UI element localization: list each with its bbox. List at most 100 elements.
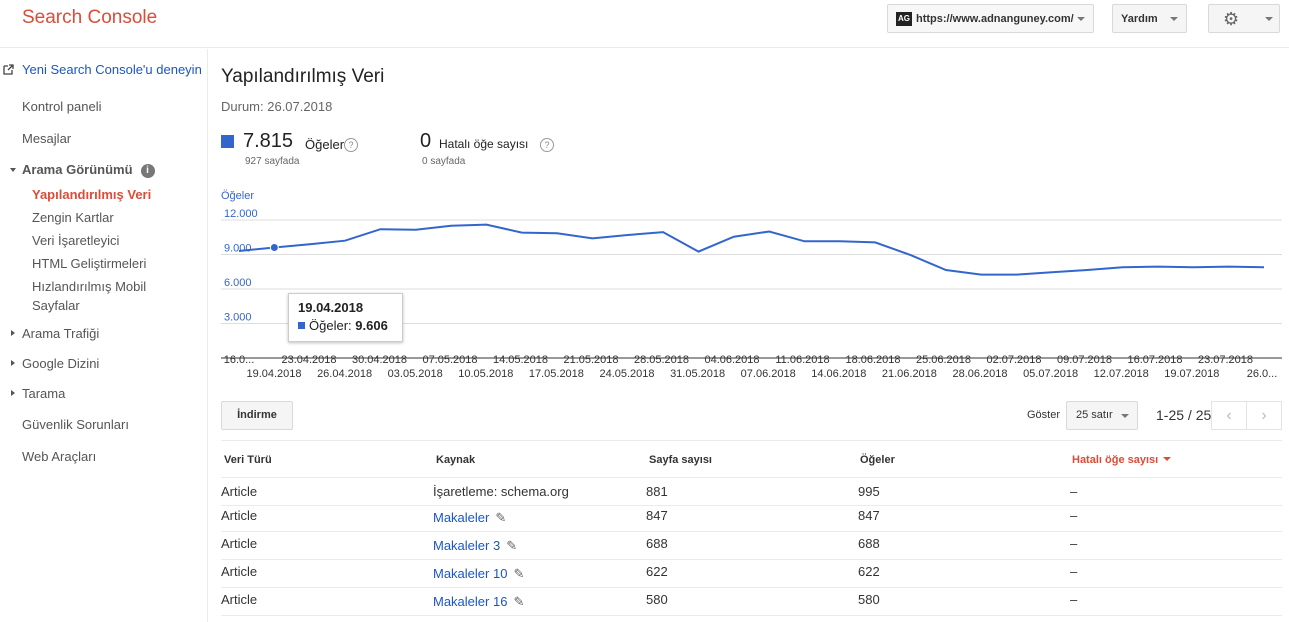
x-tick-label: 26.0... (1247, 368, 1278, 380)
site-selector[interactable]: AG https://www.adnanguney.com/ (887, 4, 1094, 33)
column-header-errors[interactable]: Hatalı öğe sayısı (1072, 454, 1172, 466)
cell-errors: – (1070, 536, 1078, 551)
tooltip-date: 19.04.2018 (298, 300, 364, 315)
cell-pages: 847 (646, 508, 668, 523)
pencil-icon[interactable]: ✎ (513, 594, 524, 610)
column-header-source[interactable]: Kaynak (436, 454, 475, 466)
cell-items: 580 (858, 592, 880, 607)
external-link-icon (3, 64, 14, 78)
x-tick-label: 31.05.2018 (670, 368, 725, 380)
chevron-down-icon (1265, 17, 1273, 21)
table-row: Article Makaleler 16 ✎ 580 580 – (221, 588, 1282, 616)
errors-label: Hatalı öğe sayısı (439, 137, 529, 151)
pencil-icon[interactable]: ✎ (513, 566, 524, 582)
sidebar-item-messages[interactable]: Mesajlar (22, 131, 71, 146)
x-tick-label: 28.05.2018 (634, 354, 689, 366)
next-page-button[interactable]: › (1246, 401, 1282, 430)
rows-option: 25 satır (1076, 409, 1113, 421)
cell-items: 995 (858, 484, 880, 499)
source-link[interactable]: Makaleler 16 (433, 594, 507, 609)
x-tick-label: 19.04.2018 (246, 368, 301, 380)
x-tick-label: 03.05.2018 (388, 368, 443, 380)
items-line-chart[interactable]: Öğeler 12.000 9.000 6.000 3.000 16.0... 23.0… (0, 180, 1289, 390)
items-label: Öğeler (305, 137, 345, 152)
x-tick-label: 07.05.2018 (422, 354, 477, 366)
table-row: Article Makaleler 10 ✎ 622 622 – (221, 560, 1282, 588)
x-tick-label: 18.06.2018 (845, 354, 900, 366)
sidebar-item-search-appearance[interactable]: Arama Görünümü i (22, 162, 155, 178)
sidebar-item-web-tools[interactable]: Web Araçları (22, 449, 96, 464)
pencil-icon[interactable]: ✎ (506, 538, 517, 554)
help-label: Yardım (1121, 12, 1158, 25)
page-title: Yapılandırılmış Veri (221, 66, 385, 87)
chevron-down-icon (1077, 17, 1085, 21)
cell-items: 622 (858, 564, 880, 579)
tooltip-row: Öğeler: 9.606 (298, 318, 393, 333)
x-tick-label: 30.04.2018 (352, 354, 407, 366)
y-axis-label: Öğeler (221, 190, 254, 202)
cell-errors: – (1070, 564, 1078, 579)
column-header-items[interactable]: Öğeler (860, 454, 895, 466)
help-question-icon[interactable]: ? (344, 138, 358, 152)
x-tick-label: 10.05.2018 (458, 368, 513, 380)
cell-source: Makaleler 16 ✎ (433, 594, 524, 610)
x-tick-label: 23.07.2018 (1198, 354, 1253, 366)
sidebar-item-dashboard[interactable]: Kontrol paneli (22, 99, 102, 114)
table-row: Article İşaretleme: schema.org 881 995 – (221, 478, 1282, 506)
column-header-type[interactable]: Veri Türü (224, 454, 272, 466)
x-tick-label: 05.07.2018 (1023, 368, 1078, 380)
x-tick-label: 28.06.2018 (952, 368, 1007, 380)
rows-per-page-select[interactable]: 25 satır (1066, 401, 1138, 430)
chevron-down-icon (1170, 17, 1178, 21)
help-button[interactable]: Yardım (1112, 4, 1187, 33)
x-tick-label: 16.07.2018 (1127, 354, 1182, 366)
x-tick-label: 25.06.2018 (916, 354, 971, 366)
sidebar-item-security[interactable]: Güvenlik Sorunları (22, 417, 129, 432)
series-color-swatch[interactable] (221, 135, 234, 148)
settings-button[interactable]: ⚙ (1208, 4, 1280, 33)
items-pages: 927 sayfada (245, 156, 300, 167)
table-header: Veri Türü Kaynak Sayfa sayısı Öğeler Hat… (221, 440, 1282, 478)
x-tick-label: 24.05.2018 (599, 368, 654, 380)
source-link[interactable]: Makaleler 10 (433, 566, 507, 581)
x-tick-label: 17.05.2018 (529, 368, 584, 380)
hover-point[interactable] (269, 243, 279, 253)
cell-type: Article (221, 536, 258, 551)
x-tick-label: 16.0... (224, 354, 255, 366)
cell-errors: – (1070, 592, 1078, 607)
pencil-icon[interactable]: ✎ (495, 510, 506, 526)
x-tick-label: 19.07.2018 (1164, 368, 1219, 380)
column-header-errors-label: Hatalı öğe sayısı (1072, 454, 1159, 466)
cell-source: Makaleler 3 ✎ (433, 538, 517, 554)
pagination-range: 1-25 / 25 (1156, 407, 1212, 423)
prev-page-button[interactable]: ‹ (1211, 401, 1247, 430)
sidebar-item-try-new[interactable]: Yeni Search Console'u deneyin (22, 62, 202, 77)
tooltip-value: 9.606 (355, 318, 388, 333)
site-url: https://www.adnanguney.com/ (916, 12, 1074, 25)
download-button[interactable]: İndirme (221, 401, 293, 430)
errors-pages: 0 sayfada (422, 156, 466, 167)
x-tick-label: 14.05.2018 (493, 354, 548, 366)
y-tick-label: 9.000 (224, 243, 252, 255)
cell-source: Makaleler 10 ✎ (433, 566, 524, 582)
source-link[interactable]: Makaleler (433, 510, 489, 525)
help-question-icon[interactable]: ? (540, 138, 554, 152)
column-header-pages[interactable]: Sayfa sayısı (649, 454, 712, 466)
cell-type: Article (221, 508, 258, 523)
info-icon[interactable]: i (140, 164, 155, 178)
cell-type: Article (221, 564, 258, 579)
x-tick-label: 14.06.2018 (811, 368, 866, 380)
x-tick-label: 21.05.2018 (563, 354, 618, 366)
x-tick-label: 26.04.2018 (317, 368, 372, 380)
top-bar: Search Console AG https://www.adnanguney… (0, 0, 1289, 48)
expand-right-icon (11, 390, 15, 396)
x-tick-label: 07.06.2018 (741, 368, 796, 380)
site-favicon-icon: AG (896, 11, 912, 26)
tooltip-swatch (298, 322, 305, 329)
show-label: Göster (1027, 409, 1061, 421)
app-logo[interactable]: Search Console (22, 7, 157, 29)
source-link[interactable]: Makaleler 3 (433, 538, 500, 553)
cell-pages: 580 (646, 592, 668, 607)
y-tick-label: 12.000 (224, 208, 258, 220)
cell-type: Article (221, 484, 258, 499)
